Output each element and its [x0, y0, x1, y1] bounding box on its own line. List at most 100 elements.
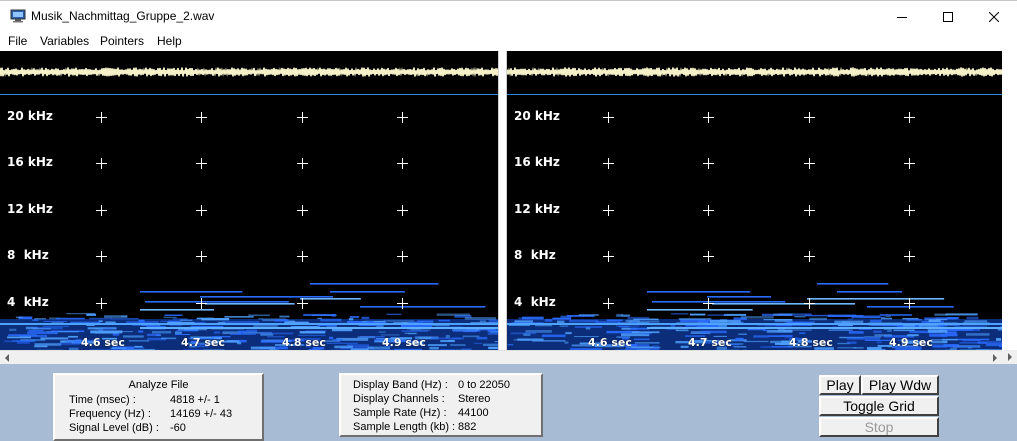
grid-marker-1-2: [804, 158, 815, 169]
minimize-button[interactable]: [879, 1, 925, 32]
pane-divider: [498, 51, 507, 351]
left-time-label: 4.6 sec: [81, 336, 125, 349]
left-frequency-label: 4 kHz: [7, 295, 49, 309]
grid-marker-4-0: [603, 298, 614, 309]
left-spectrogram-canvas: [0, 66, 498, 351]
grid-marker-0-0: [96, 112, 107, 123]
right-time-label: 4.6 sec: [588, 336, 632, 349]
right-frequency-label: 12 kHz: [514, 202, 560, 216]
display-band-label: Display Band (Hz) :: [353, 379, 448, 391]
sample-length-value: 882: [458, 421, 477, 433]
grid-marker-0-3: [397, 112, 408, 123]
analyze-file-box: Analyze File Time (msec) : 4818 +/- 1 Fr…: [53, 373, 264, 441]
menu-file[interactable]: File: [8, 34, 27, 48]
title-bar: Musik_Nachmittag_Gruppe_2.wav: [0, 0, 1017, 31]
right-frequency-label: 8 kHz: [514, 248, 556, 262]
grid-marker-4-2: [297, 298, 308, 309]
menu-bar: File Variables Pointers Help: [0, 31, 1017, 51]
right-frequency-label: 16 kHz: [514, 155, 560, 169]
grid-marker-2-3: [904, 205, 915, 216]
window-title: Musik_Nachmittag_Gruppe_2.wav: [31, 9, 215, 23]
left-time-label: 4.9 sec: [382, 336, 426, 349]
maximize-icon: [943, 11, 953, 22]
grid-marker-3-0: [603, 251, 614, 262]
grid-marker-3-3: [904, 251, 915, 262]
menu-variables[interactable]: Variables: [40, 34, 89, 48]
grid-marker-0-2: [804, 112, 815, 123]
signal-level-value: -60: [170, 422, 186, 434]
grid-marker-1-0: [603, 158, 614, 169]
scroll-right-button[interactable]: [988, 351, 1002, 365]
grid-marker-1-1: [196, 158, 207, 169]
left-frequency-label: 16 kHz: [7, 155, 53, 169]
grid-marker-2-3: [397, 205, 408, 216]
stop-button[interactable]: Stop: [819, 417, 939, 437]
grid-marker-3-1: [196, 251, 207, 262]
right-time-label: 4.9 sec: [889, 336, 933, 349]
grid-marker-3-2: [297, 251, 308, 262]
menu-pointers[interactable]: Pointers: [100, 34, 144, 48]
left-frequency-label: 12 kHz: [7, 202, 53, 216]
grid-marker-1-2: [297, 158, 308, 169]
spectrogram-right-channel[interactable]: 20 kHz 16 kHz 12 kHz 8 kHz 4 kHz 4.6 sec 4.7 s…: [507, 51, 1002, 351]
spectrogram-left-channel[interactable]: 20 kHz 16 kHz 12 kHz 8 kHz 4 kHz 4.6 sec 4.7 s…: [0, 51, 498, 351]
grid-marker-0-1: [196, 112, 207, 123]
grid-marker-1-1: [703, 158, 714, 169]
display-channels-label: Display Channels :: [353, 393, 445, 405]
right-time-label: 4.8 sec: [789, 336, 833, 349]
scroll-right-icon: [993, 354, 997, 362]
right-margin: [1002, 51, 1017, 351]
grid-marker-0-2: [297, 112, 308, 123]
grid-marker-4-1: [703, 298, 714, 309]
grid-marker-0-3: [904, 112, 915, 123]
scroll-right-end-button[interactable]: [1002, 350, 1017, 364]
close-button[interactable]: [971, 1, 1017, 32]
waveform-trace: [0, 66, 498, 78]
waveform-trace: [507, 66, 1002, 78]
sample-rate-value: 44100: [458, 407, 489, 419]
grid-marker-2-2: [297, 205, 308, 216]
menu-help[interactable]: Help: [157, 34, 182, 48]
horizontal-scrollbar[interactable]: [0, 350, 1002, 364]
control-panel: Analyze File Time (msec) : 4818 +/- 1 Fr…: [0, 364, 1017, 441]
play-window-button[interactable]: Play Wdw: [861, 375, 939, 395]
play-button[interactable]: Play: [819, 375, 861, 395]
left-frequency-label: 20 kHz: [7, 109, 53, 123]
sample-rate-label: Sample Rate (Hz) :: [353, 407, 447, 419]
computer-monitor-icon[interactable]: [10, 9, 26, 23]
maximize-button[interactable]: [925, 1, 971, 32]
time-value: 4818 +/- 1: [170, 394, 220, 406]
grid-marker-3-3: [397, 251, 408, 262]
grid-marker-3-2: [804, 251, 815, 262]
minimize-icon: [897, 16, 907, 18]
grid-marker-4-2: [804, 298, 815, 309]
display-channels-value: Stereo: [458, 393, 491, 405]
grid-marker-2-0: [603, 205, 614, 216]
toggle-grid-button[interactable]: Toggle Grid: [819, 396, 939, 416]
left-time-label: 4.8 sec: [282, 336, 326, 349]
right-frequency-label: 20 kHz: [514, 109, 560, 123]
right-time-label: 4.7 sec: [688, 336, 732, 349]
grid-marker-3-0: [96, 251, 107, 262]
grid-marker-0-0: [603, 112, 614, 123]
grid-marker-1-0: [96, 158, 107, 169]
left-frequency-label: 8 kHz: [7, 248, 49, 262]
time-label: Time (msec) :: [69, 394, 136, 406]
close-icon: [989, 11, 999, 22]
grid-marker-2-2: [804, 205, 815, 216]
display-band-value: 0 to 22050: [458, 379, 510, 391]
right-frequency-label: 4 kHz: [514, 295, 556, 309]
display-info-box: Display Band (Hz) : 0 to 22050 Display C…: [339, 373, 543, 437]
scroll-left-icon: [5, 354, 9, 362]
frequency-label: Frequency (Hz) :: [69, 408, 151, 420]
grid-marker-1-3: [397, 158, 408, 169]
sample-length-label: Sample Length (kb) :: [353, 421, 456, 433]
grid-marker-2-0: [96, 205, 107, 216]
analyze-file-title: Analyze File: [128, 379, 189, 391]
scroll-left-button[interactable]: [0, 351, 14, 365]
grid-marker-0-1: [703, 112, 714, 123]
grid-marker-4-1: [196, 298, 207, 309]
grid-marker-4-0: [96, 298, 107, 309]
scroll-right-end-icon: [1007, 353, 1012, 361]
left-time-label: 4.7 sec: [181, 336, 225, 349]
